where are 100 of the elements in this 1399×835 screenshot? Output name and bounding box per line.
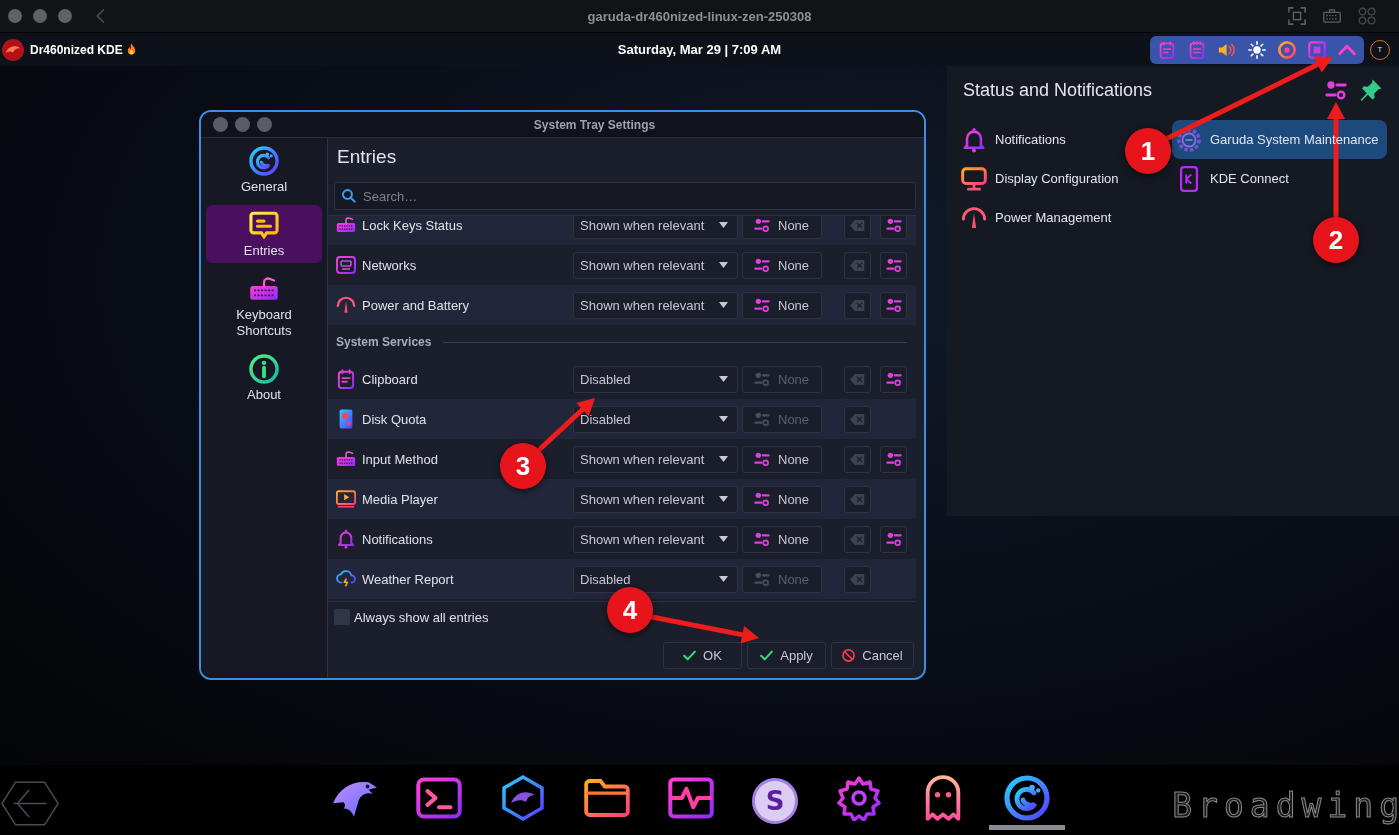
- wallpaper-wordmark: Broadwing: [1172, 785, 1399, 825]
- visibility-dropdown[interactable]: Shown when relevant: [573, 251, 738, 279]
- caret-icon: [719, 496, 728, 502]
- configure-button[interactable]: [880, 525, 907, 553]
- sliders-icon: [754, 492, 770, 506]
- window-dot-icon[interactable]: [235, 117, 250, 132]
- visibility-dropdown[interactable]: Shown when relevant: [573, 291, 738, 319]
- visibility-dropdown[interactable]: Shown when relevant: [573, 525, 738, 553]
- configure-button[interactable]: [880, 216, 907, 239]
- dots-grid-icon[interactable]: [1358, 7, 1376, 25]
- notepad-icon[interactable]: [1188, 40, 1206, 59]
- cancel-icon: [842, 649, 856, 662]
- pulse-monitor-icon: [668, 775, 714, 821]
- gear-icon: [836, 775, 882, 821]
- sliders-icon: [754, 372, 770, 386]
- backspace-icon: [850, 573, 865, 585]
- status-item[interactable]: KDE Connect: [1172, 159, 1295, 198]
- shortcut-button[interactable]: None: [742, 445, 822, 473]
- shortcut-button[interactable]: None: [742, 525, 822, 553]
- keyboard-icon: [336, 216, 356, 235]
- check-icon: [683, 650, 697, 661]
- window-dot-icon[interactable]: [213, 117, 228, 132]
- logo-outline-icon: [0, 779, 62, 827]
- caret-icon: [719, 222, 728, 228]
- ring-icon[interactable]: [1278, 40, 1296, 59]
- bell-icon: [336, 529, 356, 549]
- visibility-dropdown[interactable]: Disabled: [573, 365, 738, 393]
- apply-button[interactable]: Apply: [747, 642, 826, 669]
- sliders-icon: [885, 532, 902, 546]
- window-dot-icon[interactable]: [8, 9, 22, 23]
- popup-title: Status and Notifications: [963, 79, 1154, 101]
- checkbox-label[interactable]: Always show all entries: [354, 609, 489, 625]
- square-icon[interactable]: [1308, 40, 1326, 59]
- cancel-button[interactable]: Cancel: [831, 642, 914, 669]
- sliders-icon: [754, 258, 770, 272]
- sliders-icon: [885, 372, 902, 386]
- dock-item[interactable]: S: [737, 765, 813, 835]
- sidebar-tab[interactable]: Keyboard Shortcuts: [206, 269, 322, 343]
- window-dot-icon[interactable]: [58, 9, 72, 23]
- backspace-icon: [850, 413, 865, 425]
- gauge-icon: [336, 295, 356, 315]
- entry-name: Notifications: [362, 531, 433, 547]
- keyboard-icon[interactable]: [1323, 7, 1341, 25]
- dialog-title: System Tray Settings: [532, 117, 657, 132]
- media-player-icon: [336, 489, 356, 509]
- shortcut-button[interactable]: None: [742, 216, 822, 239]
- gauge-icon: [961, 204, 987, 231]
- pin-icon[interactable]: [1360, 79, 1382, 101]
- ok-button[interactable]: OK: [663, 642, 742, 669]
- sidebar-tab[interactable]: General: [206, 141, 322, 199]
- status-item[interactable]: Display Configuration: [957, 159, 1125, 198]
- search-field[interactable]: Search…: [334, 182, 916, 210]
- speech-bubble-icon: [249, 210, 279, 240]
- visibility-dropdown[interactable]: Shown when relevant: [573, 445, 738, 473]
- caret-icon: [719, 536, 728, 542]
- info-icon: [249, 354, 279, 384]
- gear-icon: [1176, 126, 1202, 153]
- status-item[interactable]: Notifications: [957, 120, 1072, 159]
- sidebar-tab[interactable]: About: [206, 349, 322, 407]
- window-dot-icon[interactable]: [257, 117, 272, 132]
- network-card-icon: [336, 255, 356, 275]
- checkbox[interactable]: [334, 609, 350, 625]
- entry-name: Input Method: [362, 451, 438, 467]
- shortcut-button[interactable]: None: [742, 485, 822, 513]
- keyboard-icon: [336, 449, 356, 469]
- sun-icon[interactable]: [1248, 40, 1266, 59]
- check-icon: [760, 650, 774, 661]
- back-chevron-icon[interactable]: [96, 8, 105, 24]
- clipboard-icon: [336, 369, 356, 389]
- configure-button[interactable]: [880, 291, 907, 319]
- window-dot-icon[interactable]: [33, 9, 47, 23]
- shortcut-button[interactable]: None: [742, 291, 822, 319]
- configure-button[interactable]: [880, 445, 907, 473]
- app-menu-button[interactable]: Dr460nized KDE: [0, 38, 136, 61]
- sliders-icon: [885, 298, 902, 312]
- terminal-icon: [416, 775, 462, 821]
- entry-name: Media Player: [362, 491, 438, 507]
- caret-icon: [719, 376, 728, 382]
- caret-icon: [719, 302, 728, 308]
- search-icon: [342, 189, 356, 203]
- visibility-dropdown[interactable]: Disabled: [573, 405, 738, 433]
- sidebar-tab[interactable]: Entries: [206, 205, 322, 263]
- shortcut-button[interactable]: None: [742, 251, 822, 279]
- sliders-icon: [754, 452, 770, 466]
- configure-icon[interactable]: [1325, 79, 1347, 101]
- flame-icon: [126, 43, 136, 56]
- ring-logo-icon: [1004, 775, 1050, 821]
- caret-icon: [719, 262, 728, 268]
- status-item[interactable]: Power Management: [957, 198, 1118, 237]
- sliders-icon: [885, 452, 902, 466]
- entry-name: Lock Keys Status: [362, 217, 463, 233]
- clipboard-icon[interactable]: [1158, 40, 1176, 59]
- visibility-dropdown[interactable]: Shown when relevant: [573, 485, 738, 513]
- visibility-dropdown[interactable]: Shown when relevant: [573, 216, 738, 239]
- configure-button[interactable]: [880, 365, 907, 393]
- backspace-icon: [850, 453, 865, 465]
- configure-button[interactable]: [880, 251, 907, 279]
- backspace-icon: [850, 259, 865, 271]
- visibility-dropdown[interactable]: Disabled: [573, 565, 738, 593]
- expand-icon[interactable]: [1288, 7, 1306, 25]
